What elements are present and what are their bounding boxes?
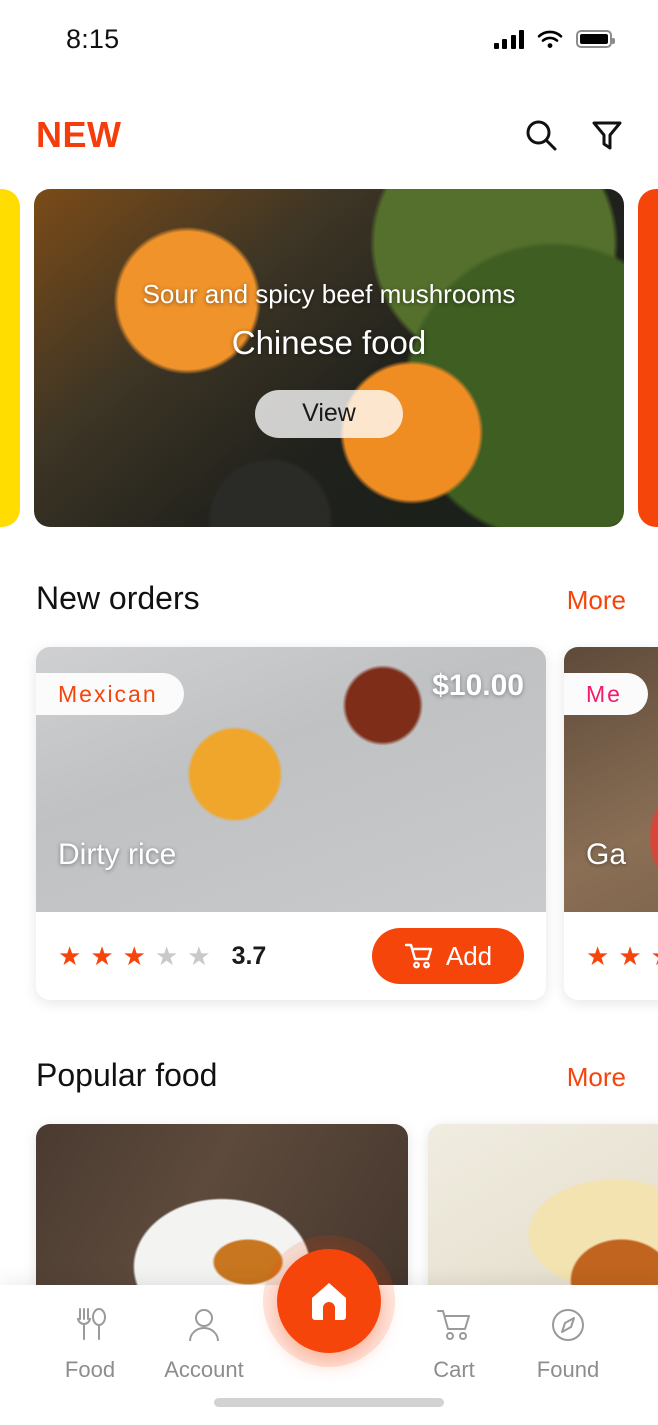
food-name: Ga [586,838,627,871]
cutlery-icon [77,1308,106,1340]
banner-slide[interactable]: Sour and spicy beef mushrooms Chinese fo… [34,189,624,527]
tab-cart[interactable]: Cart [400,1305,508,1383]
cellular-signal-icon [493,29,524,49]
home-button[interactable] [277,1249,381,1353]
cart-icon [404,943,433,969]
status-badge: Me [564,673,648,715]
search-icon[interactable] [520,114,562,156]
section-header-popular-food: Popular food More [36,1057,626,1094]
tab-label: Account [164,1357,244,1382]
star-icon: ★ [90,941,114,971]
rating-stars: ★ ★ ★ ★ ★ 3.7 [58,942,266,971]
rating-value: 3.7 [231,941,267,970]
filter-icon[interactable] [586,114,628,156]
list-item[interactable]: Me Ga ★ ★ ★ ★ ★ Add [564,647,658,1000]
status-badge: Mexican [36,673,184,715]
rating-stars: ★ ★ ★ ★ ★ [586,943,658,969]
app-header: NEW [0,100,658,170]
card-footer: ★ ★ ★ ★ ★ 3.7 Add [36,912,546,1000]
star-icon: ★ [122,941,146,971]
banner-title: Chinese food [231,323,427,361]
tab-label: Cart [433,1357,475,1382]
carousel-peek-next[interactable] [638,189,658,527]
carousel-peek-previous[interactable] [0,189,20,527]
star-icon: ★ [187,941,211,971]
card-footer: ★ ★ ★ ★ ★ Add [564,912,658,1000]
tab-label: Found [536,1357,600,1382]
list-item[interactable]: Mexican $10.00 Dirty rice ★ ★ ★ ★ ★ 3.7 [36,647,546,1000]
status-icons [493,29,615,49]
cart-icon [437,1310,470,1340]
more-link-popular-food[interactable]: More [567,1062,626,1093]
star-icon: ★ [586,941,610,971]
add-button-label: Add [445,940,493,971]
food-image: Mexican $10.00 Dirty rice [36,647,546,912]
star-icon: ★ [58,941,82,971]
status-time: 8:15 [66,23,120,54]
tab-found[interactable]: Found [514,1305,622,1383]
app-screen: 8:15 NEW Sour and spicy beef mushrooms C… [0,0,658,1425]
person-icon [189,1309,219,1342]
header-actions [520,114,628,156]
tab-food[interactable]: Food [36,1305,144,1383]
more-link-new-orders[interactable]: More [567,585,626,616]
add-button[interactable]: Add [372,928,524,984]
home-indicator [214,1398,444,1407]
star-icon: ★ [618,941,642,971]
star-icon: ★ [651,943,658,969]
banner-overlay: Sour and spicy beef mushrooms Chinese fo… [34,189,624,527]
star-icon: ★ [154,941,179,971]
section-title: Popular food [36,1057,218,1093]
view-button[interactable]: View [255,389,403,438]
status-bar: 8:15 [0,0,658,78]
tab-account[interactable]: Account [150,1305,258,1383]
home-icon [312,1283,346,1320]
tab-label: Food [64,1357,116,1382]
price-label: $10.00 [432,669,524,702]
battery-full-icon [576,30,615,48]
section-header-new-orders: New orders More [36,580,626,617]
wifi-icon [537,30,563,48]
banner-carousel[interactable]: Sour and spicy beef mushrooms Chinese fo… [0,189,658,527]
food-image: Me Ga [564,647,658,912]
page-title: NEW [36,114,122,155]
section-title: New orders [36,580,200,616]
food-name: Dirty rice [58,838,177,871]
banner-subtitle: Sour and spicy beef mushrooms [142,278,516,309]
compass-icon [552,1309,584,1341]
new-orders-list[interactable]: Mexican $10.00 Dirty rice ★ ★ ★ ★ ★ 3.7 [0,647,658,1002]
